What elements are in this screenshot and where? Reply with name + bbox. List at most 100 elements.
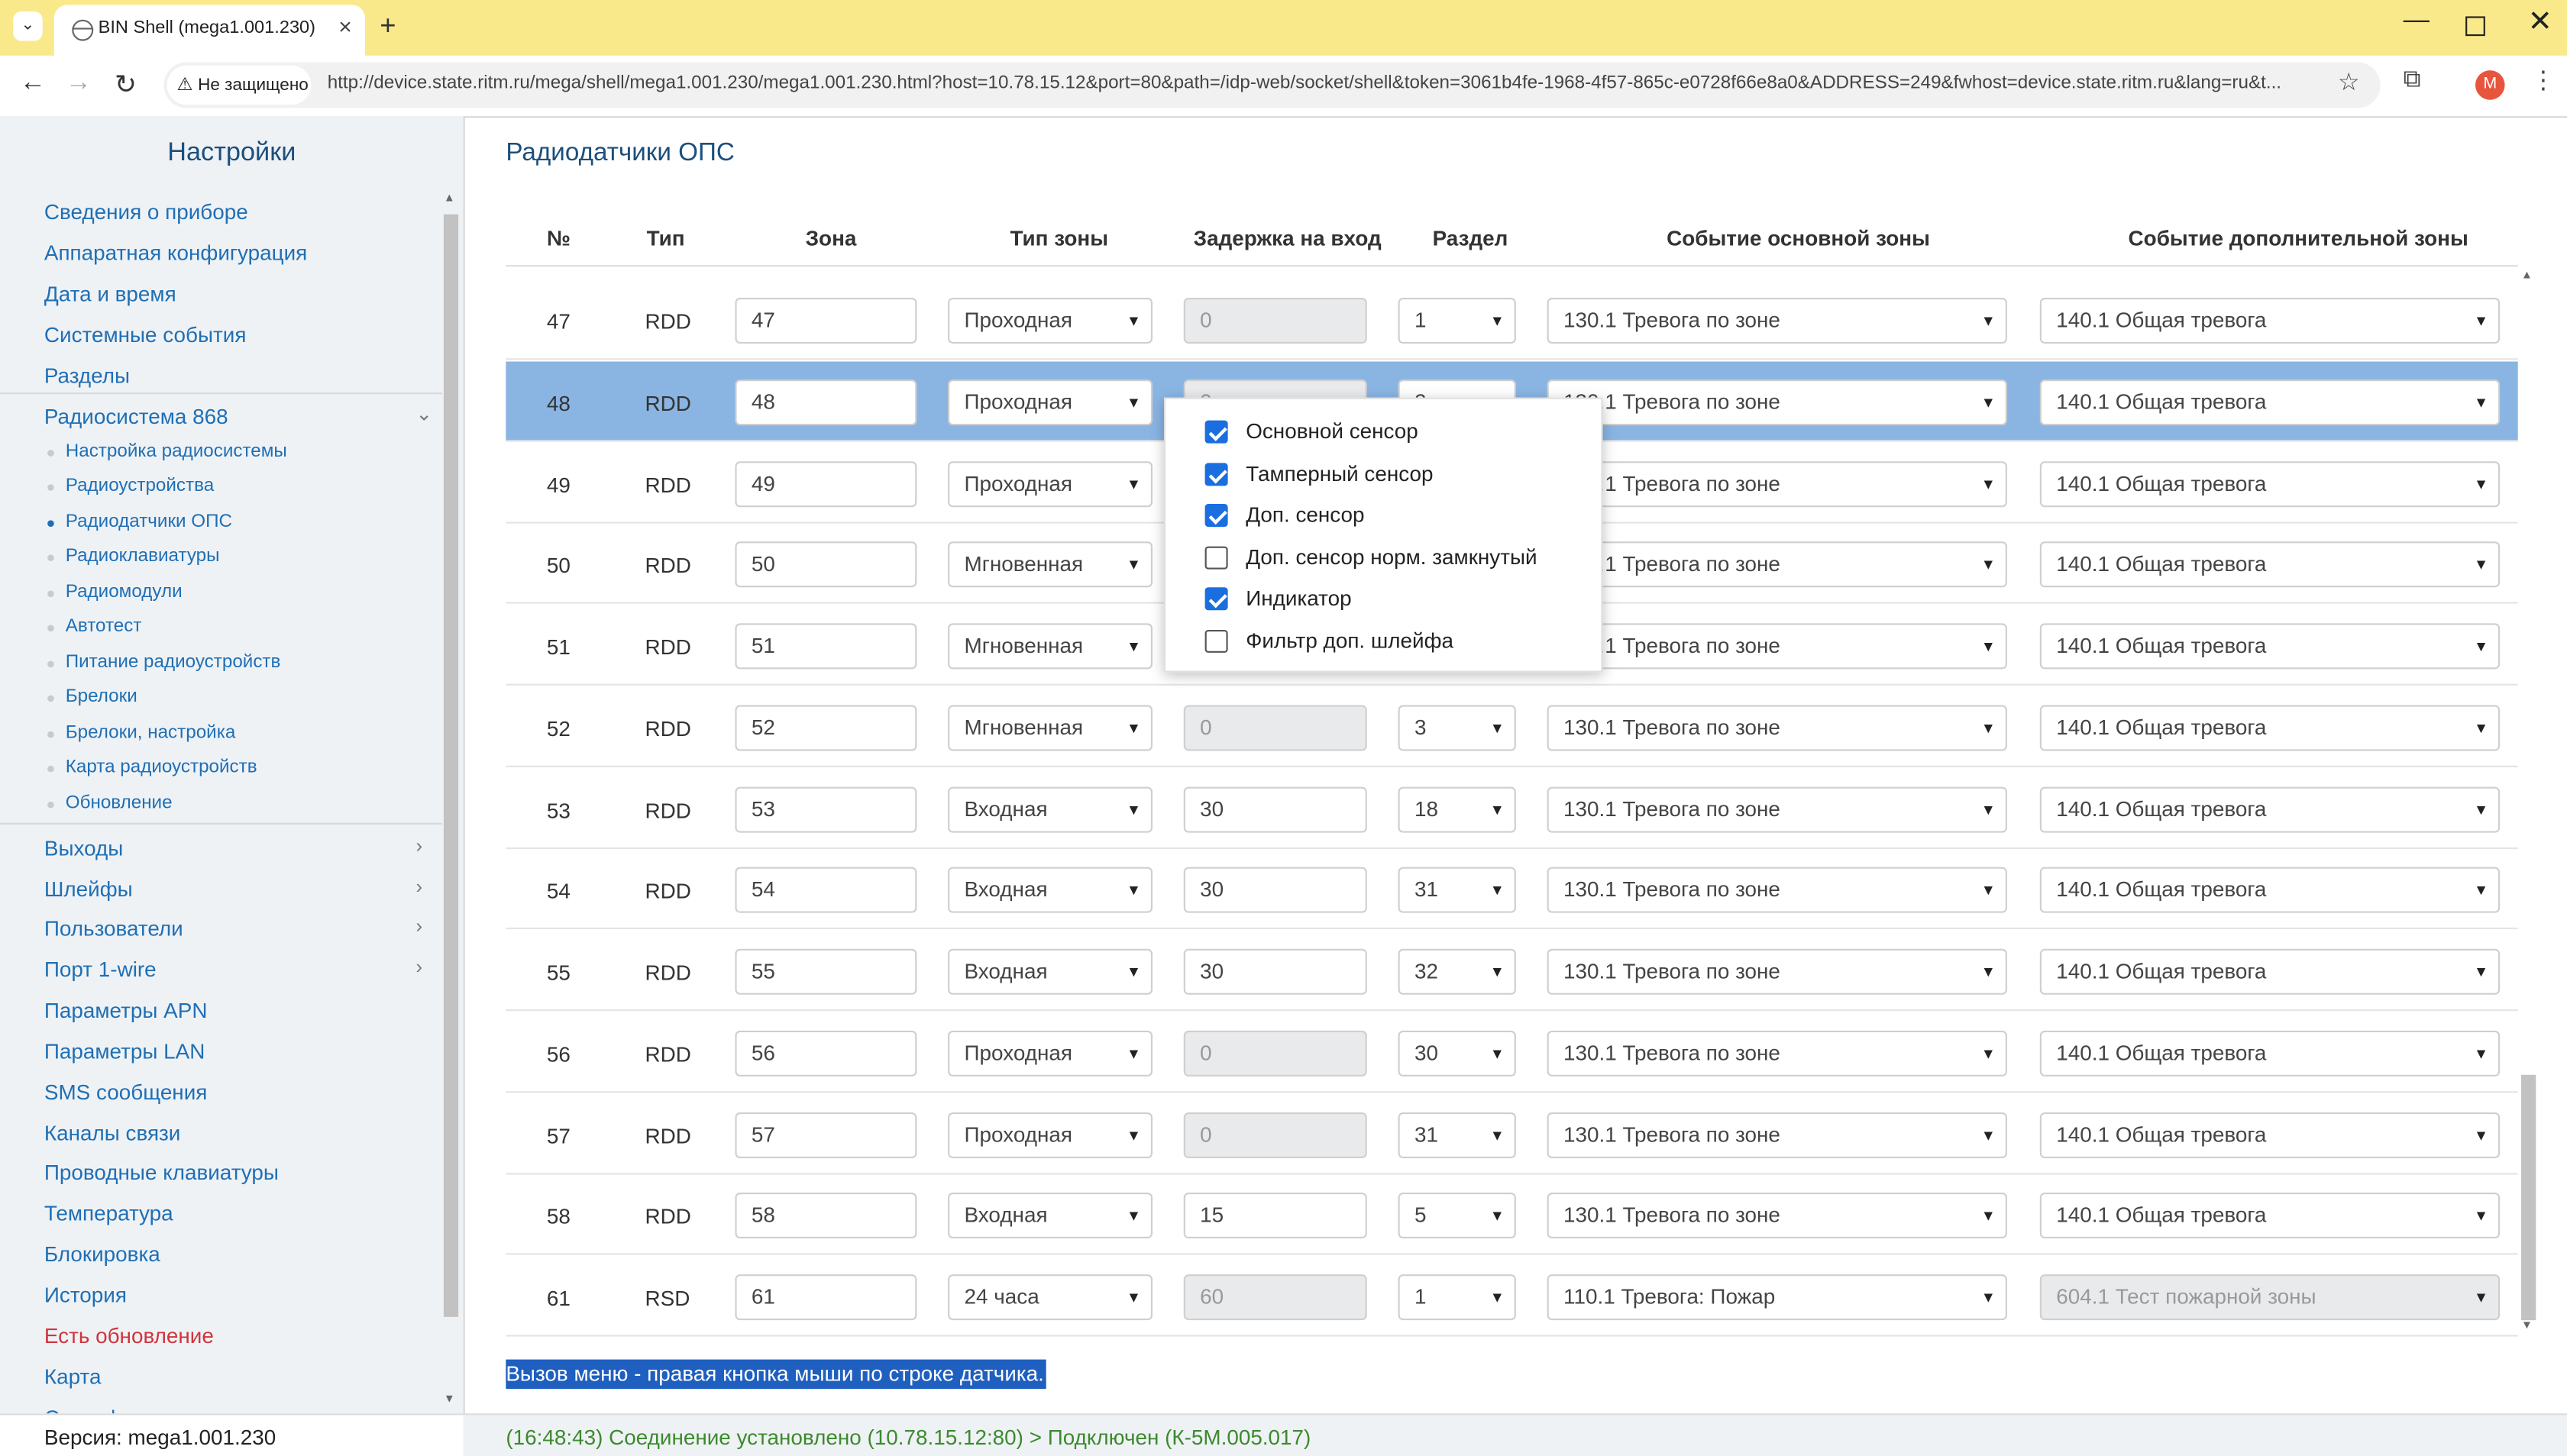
extra-event-select[interactable]: 140.1 Общая тревога ▼ bbox=[2039, 1030, 2501, 1077]
zone-input[interactable]: 47 bbox=[735, 297, 917, 344]
zone-input[interactable]: 49 bbox=[735, 461, 917, 508]
zone-type-select[interactable]: Входная ▼ bbox=[948, 786, 1153, 833]
section-select[interactable]: 32 ▼ bbox=[1398, 948, 1516, 995]
zone-input[interactable]: 53 bbox=[735, 786, 917, 833]
main-event-select[interactable]: 130.1 Тревога по зоне ▼ bbox=[1547, 786, 2007, 833]
scroll-up-arrow-icon[interactable]: ▲ bbox=[444, 193, 455, 205]
section-select[interactable]: 31 ▼ bbox=[1398, 867, 1516, 913]
extra-event-select[interactable]: 140.1 Общая тревога ▼ bbox=[2039, 379, 2501, 426]
zone-type-select[interactable]: Входная ▼ bbox=[948, 1193, 1153, 1239]
zone-input[interactable]: 55 bbox=[735, 948, 917, 995]
checkbox-tamper-sensor[interactable] bbox=[1204, 463, 1228, 486]
sidebar-item-history[interactable]: История bbox=[44, 1283, 127, 1307]
sidebar-subitem-power[interactable]: Питание радиоустройств bbox=[66, 653, 281, 673]
sidebar-item-wired-keypads[interactable]: Проводные клавиатуры bbox=[44, 1160, 279, 1184]
zone-type-select[interactable]: Входная ▼ bbox=[948, 948, 1153, 995]
tab-search-button[interactable]: ⌄ bbox=[13, 11, 43, 41]
scroll-down-arrow-icon[interactable]: ▼ bbox=[2521, 1320, 2533, 1332]
entry-delay-input[interactable]: 0 bbox=[1183, 1030, 1367, 1077]
sidebar-item-map[interactable]: Карта bbox=[44, 1364, 102, 1389]
profile-avatar[interactable]: M bbox=[2475, 70, 2505, 100]
zone-input[interactable]: 51 bbox=[735, 623, 917, 670]
checkbox-main-sensor[interactable] bbox=[1204, 420, 1228, 444]
url-text[interactable]: http://device.state.ritm.ru/mega/shell/m… bbox=[328, 73, 2328, 93]
chevron-down-icon[interactable]: ⌄ bbox=[415, 402, 432, 425]
entry-delay-input[interactable]: 0 bbox=[1183, 297, 1367, 344]
sidebar-item-lock[interactable]: Блокировка bbox=[44, 1241, 160, 1266]
chevron-right-icon[interactable]: › bbox=[415, 955, 422, 978]
sidebar-subitem-keyfobs-setup[interactable]: Брелоки, настройка bbox=[66, 723, 236, 743]
extra-event-select[interactable]: 140.1 Общая тревога ▼ bbox=[2039, 867, 2501, 913]
entry-delay-input[interactable]: 30 bbox=[1183, 786, 1367, 833]
extra-event-select[interactable]: 140.1 Общая тревога ▼ bbox=[2039, 461, 2501, 508]
checkbox-extra-sensor-nc[interactable] bbox=[1204, 546, 1228, 570]
extra-event-select[interactable]: 140.1 Общая тревога ▼ bbox=[2039, 623, 2501, 670]
main-event-select[interactable]: 130.1 Тревога по зоне ▼ bbox=[1547, 461, 2007, 508]
main-event-select[interactable]: 130.1 Тревога по зоне ▼ bbox=[1547, 1112, 2007, 1159]
zone-type-select[interactable]: Входная ▼ bbox=[948, 867, 1153, 913]
sidebar-subitem-radio-modules[interactable]: Радиомодули bbox=[66, 583, 183, 602]
zone-type-select[interactable]: Мгновенная ▼ bbox=[948, 623, 1153, 670]
sidebar-item-channels[interactable]: Каналы связи bbox=[44, 1121, 181, 1145]
zone-type-select[interactable]: Проходная ▼ bbox=[948, 1112, 1153, 1159]
minimize-icon[interactable]: — bbox=[2404, 7, 2430, 37]
section-select[interactable]: 1 ▼ bbox=[1398, 1274, 1516, 1321]
checkbox-indicator[interactable] bbox=[1204, 587, 1228, 611]
reload-icon[interactable]: ↻ bbox=[115, 69, 137, 102]
sidebar-item-temperature[interactable]: Температура bbox=[44, 1201, 173, 1225]
sidebar-subitem-device-map[interactable]: Карта радиоустройств bbox=[66, 757, 257, 777]
maximize-icon[interactable] bbox=[2465, 16, 2485, 37]
entry-delay-input[interactable]: 0 bbox=[1183, 1112, 1367, 1159]
sidebar-subitem-update[interactable]: Обновление bbox=[66, 793, 173, 813]
context-menu-item-tamper-sensor[interactable]: Тамперный сенсор bbox=[1246, 461, 1433, 486]
extensions-icon[interactable]: ⧉ bbox=[2404, 66, 2421, 93]
extra-event-select[interactable]: 140.1 Общая тревога ▼ bbox=[2039, 1193, 2501, 1239]
browser-tab[interactable]: BIN Shell (mega1.001.230) × bbox=[53, 5, 366, 56]
zone-type-select[interactable]: 24 часа ▼ bbox=[948, 1274, 1153, 1321]
zone-type-select[interactable]: Проходная ▼ bbox=[948, 1030, 1153, 1077]
sidebar-item-system-events[interactable]: Системные события bbox=[44, 322, 247, 347]
section-select[interactable]: 30 ▼ bbox=[1398, 1030, 1516, 1077]
main-event-select[interactable]: 130.1 Тревога по зоне ▼ bbox=[1547, 705, 2007, 751]
main-event-select[interactable]: 130.1 Тревога по зоне ▼ bbox=[1547, 297, 2007, 344]
extra-event-select[interactable]: 604.1 Тест пожарной зоны ▼ bbox=[2039, 1274, 2501, 1321]
zone-input[interactable]: 58 bbox=[735, 1193, 917, 1239]
context-menu-item-indicator[interactable]: Индикатор bbox=[1246, 586, 1351, 610]
zone-type-select[interactable]: Проходная ▼ bbox=[948, 297, 1153, 344]
sidebar-item-lan[interactable]: Параметры LAN bbox=[44, 1039, 205, 1064]
extra-event-select[interactable]: 140.1 Общая тревога ▼ bbox=[2039, 705, 2501, 751]
close-tab-icon[interactable]: × bbox=[338, 13, 352, 39]
sidebar-item-date-time[interactable]: Дата и время bbox=[44, 282, 176, 306]
entry-delay-input[interactable]: 30 bbox=[1183, 867, 1367, 913]
new-tab-button[interactable]: + bbox=[380, 10, 396, 43]
zone-type-select[interactable]: Проходная ▼ bbox=[948, 461, 1153, 508]
section-select[interactable]: 3 ▼ bbox=[1398, 705, 1516, 751]
checkbox-extra-sensor[interactable] bbox=[1204, 503, 1228, 527]
main-event-select[interactable]: 110.1 Тревога: Пожар ▼ bbox=[1547, 1274, 2007, 1321]
entry-delay-input[interactable]: 15 bbox=[1183, 1193, 1367, 1239]
sidebar-item-outputs[interactable]: Выходы bbox=[44, 836, 123, 860]
extra-event-select[interactable]: 140.1 Общая тревога ▼ bbox=[2039, 948, 2501, 995]
sidebar-item-sections[interactable]: Разделы bbox=[44, 363, 130, 388]
chevron-right-icon[interactable]: › bbox=[415, 835, 422, 857]
zone-input[interactable]: 54 bbox=[735, 867, 917, 913]
context-menu-item-extra-sensor[interactable]: Доп. сенсор bbox=[1246, 502, 1364, 527]
security-chip[interactable]: ⚠ Не защищено bbox=[166, 65, 312, 105]
extra-event-select[interactable]: 140.1 Общая тревога ▼ bbox=[2039, 297, 2501, 344]
zone-input[interactable]: 52 bbox=[735, 705, 917, 751]
sidebar-item-hardware-config[interactable]: Аппаратная конфигурация bbox=[44, 241, 307, 265]
entry-delay-input[interactable]: 0 bbox=[1183, 705, 1367, 751]
sidebar-scrollbar-thumb[interactable] bbox=[443, 214, 459, 1317]
zone-input[interactable]: 56 bbox=[735, 1030, 917, 1077]
table-scrollbar-thumb[interactable] bbox=[2520, 1074, 2536, 1321]
context-menu-item-extra-sensor-nc[interactable]: Доп. сенсор норм. замкнутый bbox=[1246, 545, 1537, 570]
main-event-select[interactable]: 130.1 Тревога по зоне ▼ bbox=[1547, 379, 2007, 426]
sidebar-subitem-radio-devices[interactable]: Радиоустройства bbox=[66, 476, 214, 496]
section-select[interactable]: 18 ▼ bbox=[1398, 786, 1516, 833]
section-select[interactable]: 5 ▼ bbox=[1398, 1193, 1516, 1239]
main-event-select[interactable]: 130.1 Тревога по зоне ▼ bbox=[1547, 1193, 2007, 1239]
section-select[interactable]: 1 ▼ bbox=[1398, 297, 1516, 344]
sidebar-subitem-keyfobs[interactable]: Брелоки bbox=[66, 687, 137, 707]
sidebar-item-radio-system[interactable]: Радиосистема 868 bbox=[44, 404, 228, 428]
sidebar-item-users[interactable]: Пользователи bbox=[44, 916, 183, 941]
